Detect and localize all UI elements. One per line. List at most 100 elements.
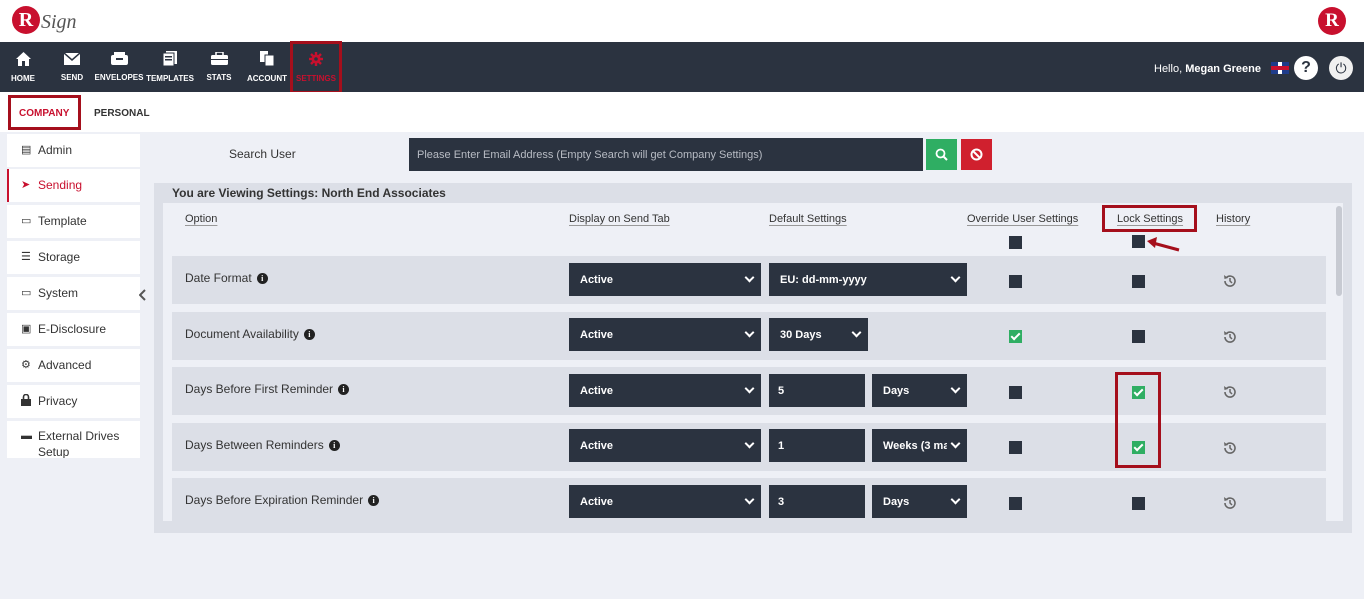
info-icon[interactable]: i xyxy=(256,273,268,284)
select-value: Active xyxy=(580,328,614,341)
select-value: Active xyxy=(580,495,614,508)
user-name[interactable]: Megan Greene xyxy=(1185,63,1261,75)
display-select[interactable]: Active xyxy=(569,485,761,518)
reminder-interval-input[interactable]: 1 xyxy=(769,429,865,462)
sidebar-item-sending[interactable]: ➤ Sending xyxy=(7,169,140,202)
cogs-icon: ⚙ xyxy=(21,359,31,371)
monitor-icon: ▭ xyxy=(21,287,32,299)
unit-select[interactable]: Weeks (3 max) xyxy=(872,429,967,462)
search-email-input[interactable] xyxy=(409,138,923,171)
sidebar-item-privacy[interactable]: Privacy xyxy=(7,385,140,418)
sidebar-item-storage[interactable]: ☰ Storage xyxy=(7,241,140,274)
select-value: Days xyxy=(883,384,910,397)
unit-select[interactable]: Days xyxy=(872,374,967,407)
history-icon[interactable] xyxy=(1222,440,1238,456)
override-checkbox[interactable] xyxy=(1009,330,1022,343)
rpost-logo[interactable]: R xyxy=(1318,7,1346,35)
sidebar-item-admin[interactable]: ▤ Admin xyxy=(7,134,140,167)
sidebar-item-label: Storage xyxy=(38,250,81,264)
uk-flag-icon[interactable] xyxy=(1271,62,1289,74)
chevron-down-icon xyxy=(744,327,755,338)
logout-button[interactable]: ⏻ xyxy=(1329,56,1353,80)
expiration-days-input[interactable]: 3 xyxy=(769,485,865,518)
history-icon[interactable] xyxy=(1222,384,1238,400)
nav-stats-label: STATS xyxy=(206,73,232,82)
select-value: Active xyxy=(580,384,614,397)
nav-home[interactable]: HOME xyxy=(8,42,38,92)
select-value: Days xyxy=(883,495,910,508)
lock-icon xyxy=(21,393,31,409)
logo-text: Sign xyxy=(41,10,77,33)
sidebar-item-external-drives[interactable]: ▬ External Drives Setup xyxy=(7,421,140,458)
select-value: EU: dd-mm-yyyy xyxy=(780,273,867,286)
override-checkbox[interactable] xyxy=(1009,386,1022,399)
unit-select[interactable]: Days xyxy=(872,485,967,518)
nav-account[interactable]: ACCOUNT xyxy=(246,42,288,92)
display-select[interactable]: Active xyxy=(569,263,761,296)
display-select[interactable]: Active xyxy=(569,318,761,351)
nav-send-label: SEND xyxy=(60,72,84,82)
sidebar-item-template[interactable]: ▭ Template xyxy=(7,205,140,238)
history-icon[interactable] xyxy=(1222,273,1238,289)
nav-stats[interactable]: STATS xyxy=(204,42,234,92)
paper-plane-icon: ➤ xyxy=(21,179,31,191)
override-all-checkbox[interactable] xyxy=(1009,236,1022,249)
col-history: History xyxy=(1216,213,1251,225)
search-icon xyxy=(935,148,948,161)
tab-personal[interactable]: PERSONAL xyxy=(94,108,150,119)
nav-send[interactable]: SEND xyxy=(56,42,88,92)
override-checkbox[interactable] xyxy=(1009,441,1022,454)
server-icon: ☰ xyxy=(21,251,31,263)
clear-search-button[interactable] xyxy=(961,139,992,170)
option-label: Document Availability i xyxy=(185,327,315,341)
override-checkbox[interactable] xyxy=(1009,497,1022,510)
company-highlight-box xyxy=(8,95,81,130)
reminder-days-input[interactable]: 5 xyxy=(769,374,865,407)
chevron-down-icon xyxy=(950,272,961,283)
col-override-user-settings: Override User Settings xyxy=(967,213,1079,225)
sidebar-item-system[interactable]: ▭ System xyxy=(7,277,140,310)
display-select[interactable]: Active xyxy=(569,429,761,462)
chevron-down-icon xyxy=(744,383,755,394)
search-user-label: Search User xyxy=(229,147,296,161)
collapse-sidebar-icon[interactable] xyxy=(138,289,147,304)
user-greeting: Hello, Megan Greene xyxy=(1154,63,1261,75)
lock-checkbox[interactable] xyxy=(1132,275,1145,288)
sidebar-item-advanced[interactable]: ⚙ Advanced xyxy=(7,349,140,382)
table-scrollbar[interactable] xyxy=(1336,206,1342,296)
select-value: 30 Days xyxy=(780,328,822,341)
option-text: Days Between Reminders xyxy=(185,438,324,452)
chevron-down-icon xyxy=(744,272,755,283)
history-icon[interactable] xyxy=(1222,329,1238,345)
drive-icon: ▬ xyxy=(21,430,32,442)
annotation-arrow-icon xyxy=(1147,237,1180,252)
greeting-prefix: Hello, xyxy=(1154,63,1183,75)
info-icon[interactable]: i xyxy=(368,495,380,506)
lock-settings-highlight-box xyxy=(1102,205,1197,232)
availability-select[interactable]: 30 Days xyxy=(769,318,868,351)
nav-templates[interactable]: TEMPLATES xyxy=(146,42,194,92)
subtab-bar xyxy=(0,92,1364,132)
lock-checkbox[interactable] xyxy=(1132,330,1145,343)
display-select[interactable]: Active xyxy=(569,374,761,407)
lock-all-checkbox[interactable] xyxy=(1132,235,1145,248)
info-icon[interactable]: i xyxy=(328,440,340,451)
search-button[interactable] xyxy=(926,139,957,170)
help-button[interactable]: ? xyxy=(1294,56,1318,80)
override-checkbox[interactable] xyxy=(1009,275,1022,288)
info-icon[interactable]: i xyxy=(338,384,350,395)
info-icon[interactable]: i xyxy=(303,329,315,340)
sidebar-item-e-disclosure[interactable]: ▣ E-Disclosure xyxy=(7,313,140,346)
option-text: Date Format xyxy=(185,271,252,285)
nav-envelopes[interactable]: ENVELOPES xyxy=(95,42,143,92)
copy-icon xyxy=(260,51,275,70)
col-display-on-send-tab: Display on Send Tab xyxy=(569,213,670,225)
templates-icon xyxy=(162,51,177,70)
rsign-logo[interactable]: R Sign xyxy=(12,6,77,34)
sidebar-item-label: Advanced xyxy=(38,358,92,372)
sidebar-item-label: Admin xyxy=(38,143,73,157)
history-icon[interactable] xyxy=(1222,495,1238,511)
lock-checkbox[interactable] xyxy=(1132,497,1145,510)
select-value: Active xyxy=(580,439,614,452)
date-format-select[interactable]: EU: dd-mm-yyyy xyxy=(769,263,967,296)
